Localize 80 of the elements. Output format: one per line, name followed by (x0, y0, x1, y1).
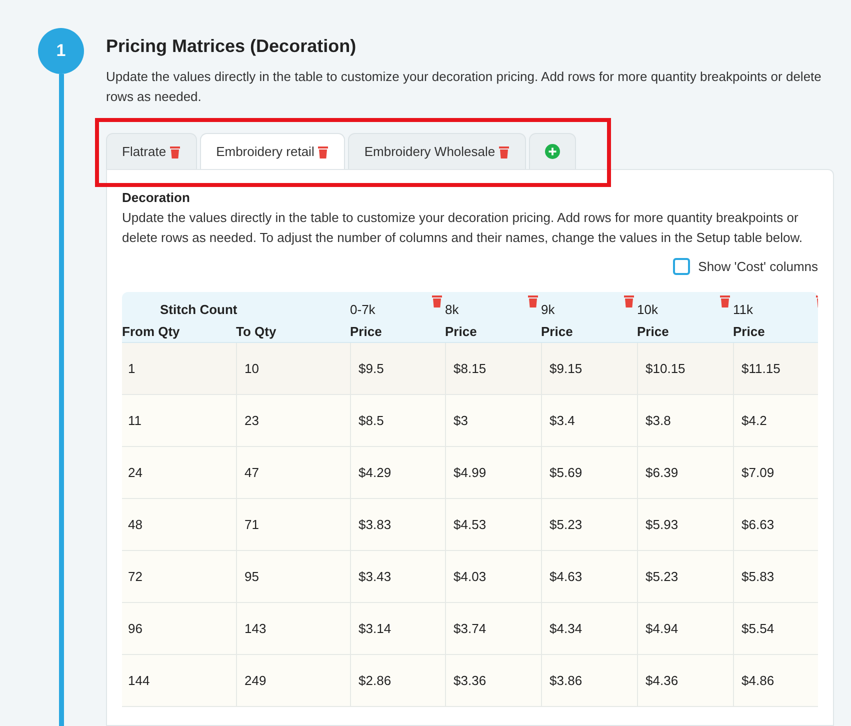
trash-icon[interactable] (498, 144, 510, 158)
table-cell[interactable]: $4.03 (454, 569, 486, 584)
tab[interactable]: Embroidery Wholesale (348, 133, 526, 169)
table-cell[interactable]: $4.2 (742, 413, 767, 428)
column-header: Price (445, 324, 477, 338)
column-header: 0-7k (350, 302, 376, 316)
table-cell[interactable]: 23 (244, 413, 259, 428)
table-cell[interactable]: $6.63 (742, 517, 774, 532)
column-group-header: Stitch Count (160, 302, 238, 316)
table-cell[interactable]: $3.43 (358, 569, 392, 584)
table-cell[interactable]: $9.5 (358, 361, 384, 376)
trash-icon[interactable] (623, 294, 636, 308)
section-title: Pricing Matrices (Decoration) (106, 36, 358, 57)
table-cell[interactable]: $9.15 (550, 361, 582, 376)
table-cell[interactable]: $4.86 (742, 673, 774, 688)
table-cell[interactable]: $2.86 (358, 673, 392, 688)
panel-title: Decoration (122, 190, 191, 205)
table-cell[interactable]: $8.15 (454, 361, 486, 376)
table-cell[interactable]: 47 (244, 465, 259, 480)
trash-icon[interactable] (719, 294, 732, 308)
table-cell[interactable]: 10 (244, 361, 259, 376)
table-cell[interactable]: $5.23 (550, 517, 582, 532)
table-cell[interactable]: $6.39 (646, 465, 678, 480)
table-cell[interactable]: $3.36 (454, 673, 486, 688)
table-cell[interactable]: 71 (244, 517, 259, 532)
table-cell[interactable]: $8.5 (358, 413, 384, 428)
column-header: 10k (637, 302, 658, 316)
column-header: 9k (541, 302, 555, 316)
table-cell[interactable]: $3.14 (358, 621, 392, 636)
table-cell[interactable]: $5.69 (550, 465, 582, 480)
table-cell[interactable]: $3.83 (358, 517, 392, 532)
table-cell[interactable]: $4.53 (454, 517, 486, 532)
table-cell[interactable]: $4.36 (646, 673, 678, 688)
table-cell[interactable]: 72 (128, 569, 142, 584)
column-header: From Qty (122, 324, 180, 338)
column-header: Price (350, 324, 382, 338)
table-cell[interactable]: $3.8 (646, 413, 671, 428)
table-cell[interactable]: 95 (244, 569, 259, 584)
column-header: Price (541, 324, 573, 338)
table-cell[interactable]: 48 (128, 517, 142, 532)
table-cell[interactable]: $11.15 (742, 361, 780, 376)
plus-icon (545, 144, 560, 159)
table-cell[interactable]: $5.54 (742, 621, 774, 636)
tab[interactable]: Flatrate (106, 133, 198, 169)
table-cell[interactable]: $3.4 (550, 413, 575, 428)
column-header: Price (733, 324, 765, 338)
column-header: Price (637, 324, 669, 338)
column-header: To Qty (236, 324, 276, 338)
table-cell[interactable]: 144 (128, 673, 150, 688)
table-cell[interactable]: $3.86 (550, 673, 582, 688)
table-cell[interactable]: $7.09 (742, 465, 774, 480)
table-cell[interactable]: $4.94 (646, 621, 678, 636)
table-cell[interactable]: $5.83 (742, 569, 774, 584)
table-cell[interactable]: $4.63 (550, 569, 582, 584)
show-cost-checkbox[interactable]: Show 'Cost' columns (673, 258, 818, 275)
add-tab-button[interactable] (529, 133, 576, 169)
trash-icon[interactable] (317, 144, 330, 158)
table-cell[interactable]: $5.23 (646, 569, 678, 584)
section-description: Update the values directly in the table to customize your decoration pricing. Add rows for more quantity breakpoints or delete rows as needed. (106, 68, 822, 106)
table-cell[interactable]: $4.29 (358, 465, 392, 480)
table-cell[interactable]: $5.93 (646, 517, 678, 532)
table-cell[interactable]: 1 (128, 361, 136, 376)
trash-icon[interactable] (169, 144, 182, 158)
step-number: 1 (38, 28, 84, 74)
trash-icon[interactable] (431, 294, 444, 308)
table-cell[interactable]: $3.74 (454, 621, 486, 636)
table-cell[interactable]: 96 (128, 621, 142, 636)
trash-icon[interactable] (527, 294, 540, 308)
panel-description: Update the values directly in the table to customize your decoration pricing. Add rows for more quantity breakpoints or delete rows as needed. To adjust the number of columns and their names, change the values in the Setup table below. (122, 209, 804, 247)
table-cell[interactable]: 249 (244, 673, 266, 688)
table-cell[interactable]: $3 (454, 413, 468, 428)
table-cell[interactable]: 143 (244, 621, 266, 636)
table-cell[interactable]: $10.15 (646, 361, 686, 376)
column-header: 8k (445, 302, 459, 316)
column-header: 11k (733, 302, 754, 316)
table-cell[interactable]: $4.99 (454, 465, 486, 480)
tab[interactable]: Embroidery retail (200, 133, 346, 169)
table-cell[interactable]: $4.34 (550, 621, 582, 636)
table-cell[interactable]: 24 (128, 465, 142, 480)
table-cell[interactable]: 11 (128, 413, 142, 428)
